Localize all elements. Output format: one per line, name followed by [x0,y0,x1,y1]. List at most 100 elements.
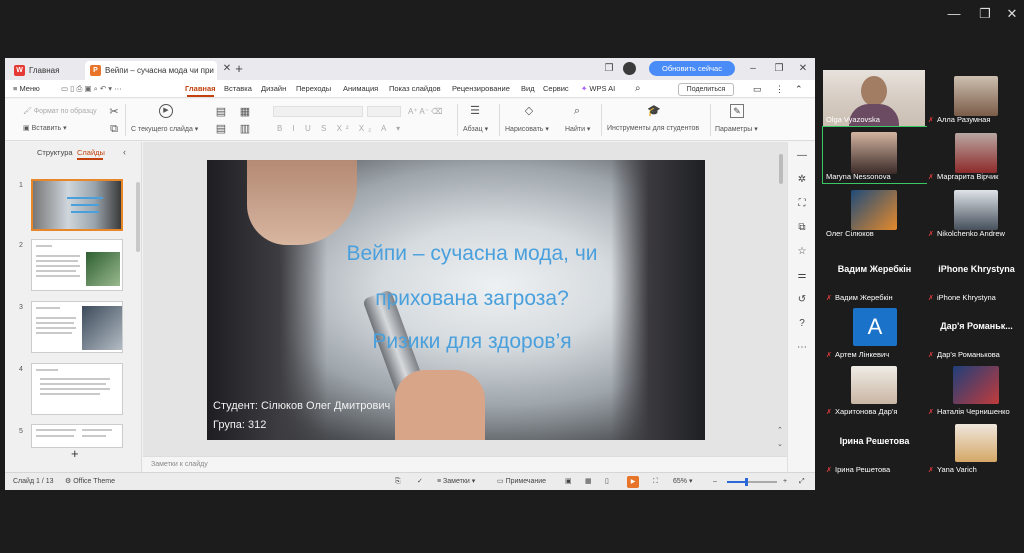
participant-tile[interactable]: iPhone Khrystyna ✗ iPhone Khrystyna [925,248,1024,304]
maximize-button[interactable]: ❐ [975,6,995,22]
close-button[interactable]: ✕ [1002,6,1022,22]
layout-icon[interactable]: ▦ [239,106,251,118]
participant-tile[interactable]: ✗ Харитонова Дар'я [823,362,926,418]
star-icon[interactable]: ☆ [796,246,808,258]
format-painter-button[interactable]: 🖌 Формат по образцу [23,107,97,115]
canvas-scrollbar[interactable] [779,154,783,184]
slide-thumbnail-5[interactable] [31,424,123,448]
participant-tile[interactable]: Вадим Жеребкін ✗ Вадим Жеребкін [823,248,926,304]
slideshow-play-button[interactable]: ▶ [627,476,639,488]
find-icon[interactable]: ⌕ [571,105,583,117]
settings-sliders-icon[interactable]: ⚌ [796,270,808,282]
scrollbar[interactable] [136,182,140,252]
current-slide[interactable]: Вейпи – сучасна мода, чи прихована загро… [207,160,705,440]
font-grow-shrink-icons[interactable]: A⁺ A⁻ ⌫ [408,107,442,116]
copy-slide-icon[interactable]: ⧉ [796,222,808,234]
graduation-cap-icon[interactable]: 🎓 [647,105,661,117]
reading-view-icon[interactable]: ▯ [605,473,609,490]
user-avatar[interactable] [623,62,636,75]
menu-tab-insert[interactable]: Вставка [224,80,252,98]
more-icon[interactable]: ⋮ [775,80,784,98]
menu-tab-tools[interactable]: Сервис [543,80,569,98]
new-slide-icon[interactable]: ▤ [215,106,227,118]
menu-tab-transitions[interactable]: Переходы [296,80,331,98]
tab-home[interactable]: W Главная [9,61,81,80]
menu-tab-design[interactable]: Дизайн [261,80,286,98]
zoom-out-icon[interactable]: – [713,473,717,490]
slide-layout-icon[interactable]: ▤ [215,123,227,135]
menu-tab-home[interactable]: Главная [185,80,216,98]
quick-access-icons[interactable]: ▭ ▯ ⎙ ▣ ⌕ ↶ ▾ ⋯ [61,80,122,98]
paragraph-icon[interactable]: ☰ [469,105,481,117]
fullscreen-icon[interactable]: ⤢ [799,473,805,490]
help-icon[interactable]: ? [796,318,808,330]
zoom-in-icon[interactable]: + [783,473,787,490]
text-format-icons[interactable]: B I U S X² X₂ A ▾ [277,124,404,133]
participant-tile[interactable]: ✗ Наталія Чернишенко [925,362,1024,418]
minimize-button[interactable]: — [944,6,964,21]
tab-presentation[interactable]: P Вейпи – сучасна мода чи при [85,61,217,80]
notes-toggle[interactable]: ≡ Заметки ▾ [437,473,475,490]
fit-to-window-icon[interactable]: ⛶ [653,473,658,490]
share-button[interactable]: Поделиться [678,83,734,96]
student-tools-button[interactable]: Инструменты для студентов [607,125,699,132]
slide-thumbnail-2[interactable] [31,239,123,291]
tab-outline[interactable]: Структура [37,148,73,157]
parameters-button[interactable]: Параметры ▾ [715,125,758,133]
new-tab-icon[interactable]: + [231,61,247,77]
menu-tab-review[interactable]: Рецензирование [452,80,510,98]
more-options-icon[interactable]: ⋯ [796,342,808,354]
participant-tile[interactable]: Олег Сілюков [823,184,926,240]
prev-slide-icon[interactable]: ⌃ [777,426,783,434]
parameters-icon[interactable]: ✎ [730,104,744,118]
spellcheck-icon[interactable]: ✓ [417,473,423,490]
close-app-icon[interactable]: ✕ [795,61,811,77]
participant-tile-active-speaker[interactable]: Maryna Nessonova [822,126,927,184]
tools-icon[interactable]: ✲ [796,174,808,186]
shapes-icon[interactable]: ◇ [523,105,535,117]
find-button[interactable]: Найти ▾ [565,125,590,133]
sorter-view-icon[interactable]: ▦ [585,473,592,490]
comments-icon[interactable]: ▭ [753,80,762,98]
slide-thumbnail-1[interactable] [31,179,123,231]
window-layout-icon[interactable]: ❐ [601,61,617,77]
menu-tab-view[interactable]: Вид [521,80,535,98]
zoom-slider[interactable] [727,478,777,486]
search-icon[interactable]: ⌕ [635,80,641,98]
participant-tile[interactable]: Дар'я Романьк... ✗ Дар'я Романькова [925,305,1024,361]
slide-thumbnail-4[interactable] [31,363,123,415]
next-slide-icon[interactable]: ⌄ [777,440,783,448]
from-current-slide-button[interactable]: С текущего слайда ▾ [131,125,198,133]
participant-tile[interactable]: ✗ Маргарита Вірчик [925,127,1024,183]
slide-thumbnail-3[interactable] [31,301,123,353]
font-family-select[interactable] [273,106,363,117]
section-icon[interactable]: ▥ [239,123,251,135]
theme-indicator[interactable]: ⚙ Office Theme [65,473,115,490]
design-icon[interactable]: ⛶ [796,198,808,210]
menu-tab-slideshow[interactable]: Показ слайдов [389,80,441,98]
cut-icon[interactable]: ✂ [108,106,120,118]
participant-tile[interactable]: ✗ Алла Разумная [925,70,1024,126]
autofit-icon[interactable]: ⎘ [395,473,401,490]
slide-notes-field[interactable]: Заметки к слайду [143,456,787,472]
comments-toggle[interactable]: ▭ Примечание [497,473,546,490]
normal-view-icon[interactable]: ▣ [565,473,572,490]
participant-tile[interactable]: Olga Vyazovska [823,70,926,126]
zoom-level[interactable]: 65% ▾ [673,473,692,490]
history-icon[interactable]: ↺ [796,294,808,306]
collapse-panel-icon[interactable]: ‹ [123,147,126,157]
update-now-button[interactable]: Обновить сейчас [649,61,735,76]
participant-tile[interactable]: Ірина Решетова ✗ Ірина Решетова [823,420,926,476]
restore-app-icon[interactable]: ❐ [771,61,787,77]
copy-icon[interactable]: ⧉ [108,123,120,135]
participant-tile[interactable]: A ✗ Артем Лінкевич [823,305,926,361]
paste-button[interactable]: ▣ Вставить ▾ [23,124,67,132]
play-icon[interactable]: ▶ [159,104,173,118]
font-size-select[interactable] [367,106,401,117]
collapse-ribbon-icon[interactable]: ⌃ [795,80,803,98]
paragraph-button[interactable]: Абзац ▾ [463,125,488,133]
minimize-app-icon[interactable]: – [745,61,761,77]
wps-ai-button[interactable]: ✦ WPS AI [581,80,615,98]
draw-button[interactable]: Нарисовать ▾ [505,125,549,133]
add-slide-button[interactable]: + [71,446,79,461]
